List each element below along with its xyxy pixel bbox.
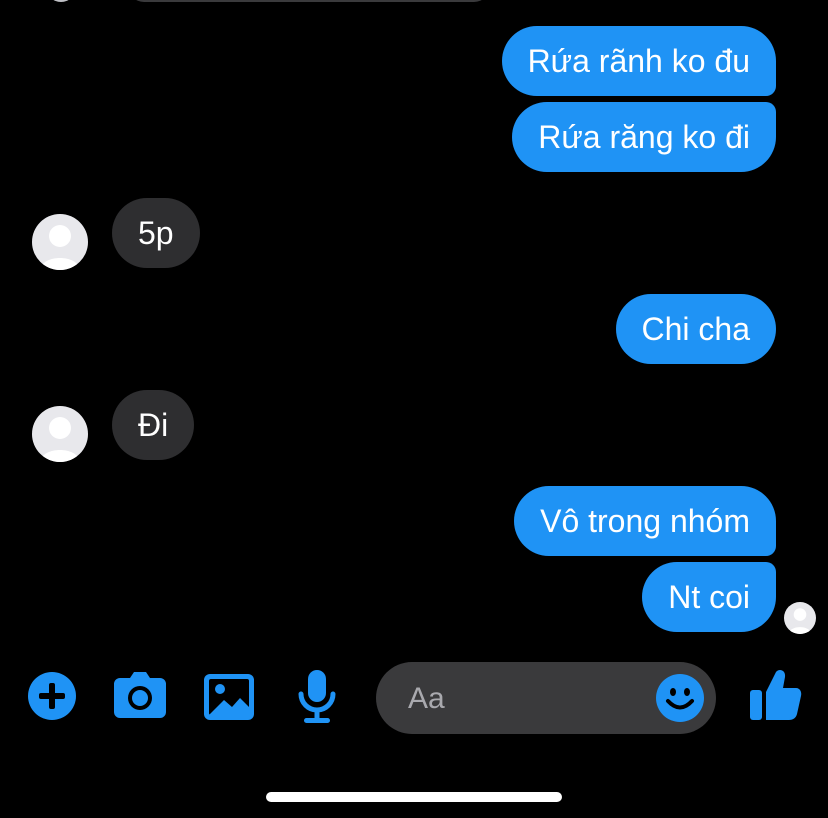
microphone-icon [298,670,336,723]
message-bubble-incoming[interactable]: Đi [112,390,195,460]
like-button[interactable] [748,668,802,727]
gallery-button[interactable] [204,674,254,725]
message-composer[interactable] [376,662,716,734]
default-avatar-icon [40,225,80,270]
message-bubble-outgoing[interactable]: Rứa răng ko đi [512,102,776,172]
message-input[interactable] [406,680,630,718]
default-avatar-icon [788,608,812,634]
message-bubble-outgoing[interactable]: Nt coi [642,562,776,632]
microphone-button[interactable] [298,670,336,729]
gallery-icon [204,674,254,720]
message-bubble-outgoing[interactable]: Vô trong nhóm [514,486,776,556]
add-icon [28,672,76,720]
message-bubble-outgoing[interactable]: Chi cha [615,294,776,364]
contact-avatar[interactable] [32,214,88,270]
home-indicator[interactable] [266,792,562,802]
add-button[interactable] [28,672,76,725]
emoji-button[interactable] [656,674,704,727]
camera-button[interactable] [114,672,166,725]
message-bubble-incoming[interactable]: 5p [112,198,200,268]
previous-message-bubble [128,0,490,2]
message-bubble-outgoing[interactable]: Rứa rãnh ko đu [501,26,776,96]
thumbs-up-icon [750,669,802,720]
camera-icon [114,672,166,718]
contact-avatar[interactable] [32,406,88,462]
seen-receipt-avatar [784,602,816,634]
default-avatar-icon [40,417,80,462]
emoji-icon [656,674,704,722]
previous-avatar [46,0,76,2]
